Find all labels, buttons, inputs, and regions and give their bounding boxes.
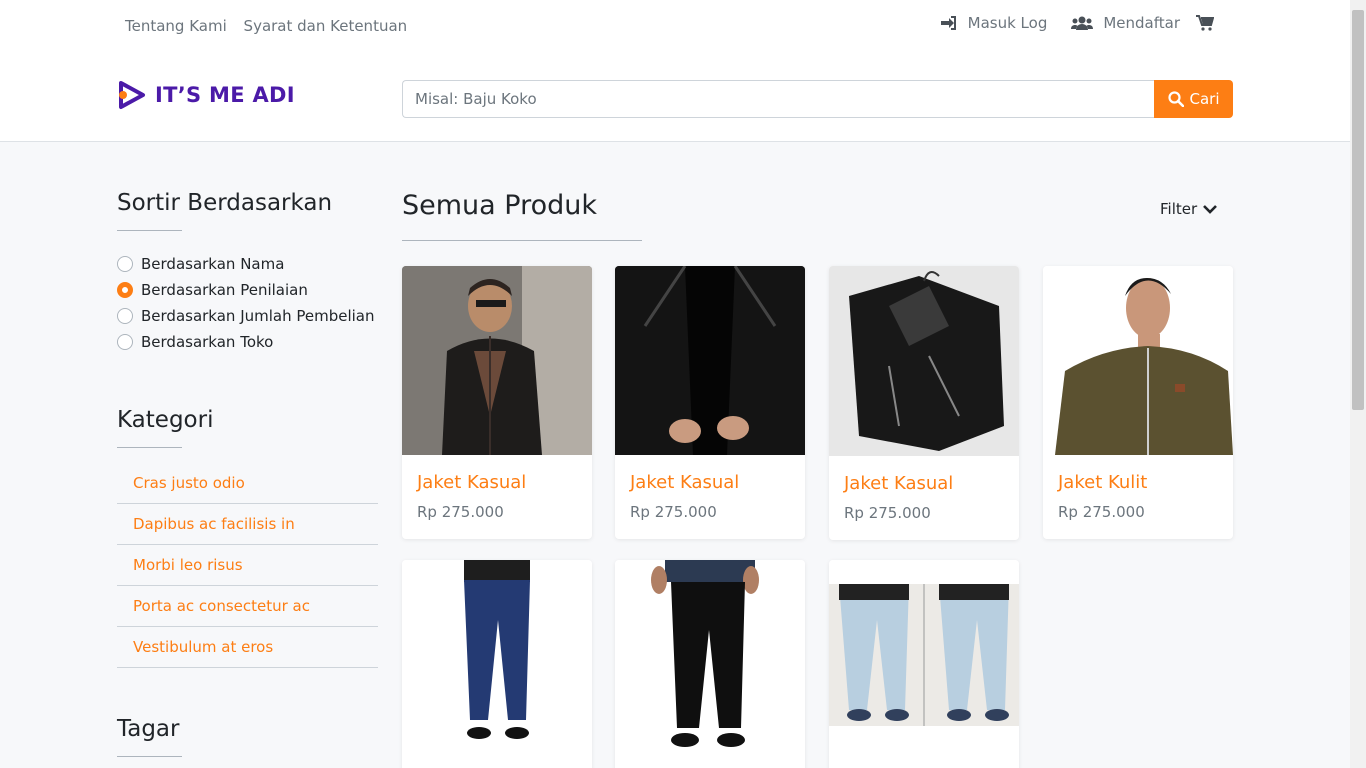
login-label: Masuk Log xyxy=(967,14,1048,32)
sort-option-label: Berdasarkan Jumlah Pembelian xyxy=(141,307,375,325)
search-button[interactable]: Cari xyxy=(1154,80,1233,118)
divider xyxy=(117,447,182,448)
about-link[interactable]: Tentang Kami xyxy=(125,17,227,35)
radio-button[interactable] xyxy=(117,256,133,272)
product-photo xyxy=(1043,266,1233,455)
radio-button-checked[interactable] xyxy=(117,282,133,298)
category-item[interactable]: Vestibulum at eros xyxy=(117,627,378,668)
product-card[interactable]: Jaket Kasual Rp 275.000 xyxy=(829,266,1019,540)
divider xyxy=(117,230,182,231)
product-image[interactable] xyxy=(615,560,805,768)
product-price: Rp 275.000 xyxy=(417,503,504,521)
filter-label: Filter xyxy=(1160,200,1198,218)
product-name[interactable]: Jaket Kasual xyxy=(615,455,805,493)
search-input[interactable] xyxy=(402,80,1154,118)
brand-logo[interactable]: IT’S ME ADI xyxy=(117,80,295,110)
sort-option-purchases[interactable]: Berdasarkan Jumlah Pembelian xyxy=(117,303,378,329)
product-name[interactable]: Jaket Kulit xyxy=(1043,455,1233,493)
filter-dropdown[interactable]: Filter xyxy=(1160,200,1218,218)
product-price: Rp 275.000 xyxy=(1058,503,1145,521)
category-item[interactable]: Morbi leo risus xyxy=(117,545,378,586)
radio-button[interactable] xyxy=(117,334,133,350)
radio-button[interactable] xyxy=(117,308,133,324)
sign-in-icon xyxy=(940,16,956,30)
product-card[interactable]: Jaket Kulit Rp 275.000 xyxy=(1043,266,1233,539)
sort-option-label: Berdasarkan Penilaian xyxy=(141,281,308,299)
product-card[interactable] xyxy=(829,560,1019,768)
sidebar: Sortir Berdasarkan Berdasarkan Nama Berd… xyxy=(117,190,378,768)
product-image[interactable] xyxy=(829,266,1019,456)
cart-link[interactable] xyxy=(1196,15,1224,31)
sort-option-store[interactable]: Berdasarkan Toko xyxy=(117,329,378,355)
tags-title: Tagar xyxy=(117,716,180,742)
product-photo xyxy=(615,266,805,455)
category-item[interactable]: Cras justo odio xyxy=(117,463,378,504)
register-link[interactable]: Mendaftar xyxy=(1071,14,1180,32)
sort-title: Sortir Berdasarkan xyxy=(117,190,333,216)
chevron-down-icon xyxy=(1203,205,1218,214)
divider xyxy=(402,240,642,241)
product-image[interactable] xyxy=(829,560,1019,768)
divider xyxy=(117,756,182,757)
product-photo xyxy=(402,266,592,455)
product-photo xyxy=(615,560,805,768)
sort-option-label: Berdasarkan Nama xyxy=(141,255,285,273)
cart-icon xyxy=(1196,15,1214,31)
product-photo xyxy=(829,266,1019,456)
product-card[interactable] xyxy=(402,560,592,768)
sort-options: Berdasarkan Nama Berdasarkan Penilaian B… xyxy=(117,251,378,355)
product-photo xyxy=(829,560,1019,768)
sort-option-label: Berdasarkan Toko xyxy=(141,333,274,351)
product-photo xyxy=(402,560,592,768)
users-icon xyxy=(1071,16,1094,30)
product-card[interactable] xyxy=(615,560,805,768)
product-price: Rp 275.000 xyxy=(630,503,717,521)
category-title: Kategori xyxy=(117,407,214,433)
top-links: Tentang Kami Syarat dan Ketentuan xyxy=(125,17,419,35)
scrollbar[interactable] xyxy=(1350,0,1366,768)
product-card[interactable]: Jaket Kasual Rp 275.000 xyxy=(615,266,805,539)
category-item[interactable]: Dapibus ac facilisis in xyxy=(117,504,378,545)
account-links: Masuk Log Mendaftar xyxy=(916,14,1224,32)
category-list: Cras justo odio Dapibus ac facilisis in … xyxy=(117,463,378,668)
product-image[interactable] xyxy=(402,266,592,455)
search-bar: Cari xyxy=(402,80,1233,118)
header: Tentang Kami Syarat dan Ketentuan Masuk … xyxy=(0,0,1350,142)
product-name[interactable]: Jaket Kasual xyxy=(402,455,592,493)
brand-name: IT’S ME ADI xyxy=(155,83,295,107)
logo-mark-icon xyxy=(119,81,145,109)
register-label: Mendaftar xyxy=(1103,14,1180,32)
product-image[interactable] xyxy=(615,266,805,455)
product-card[interactable]: Jaket Kasual Rp 275.000 xyxy=(402,266,592,539)
sort-option-rating[interactable]: Berdasarkan Penilaian xyxy=(117,277,378,303)
product-image[interactable] xyxy=(1043,266,1233,455)
search-button-label: Cari xyxy=(1189,90,1220,108)
search-icon xyxy=(1167,91,1184,107)
product-image[interactable] xyxy=(402,560,592,768)
login-link[interactable]: Masuk Log xyxy=(940,14,1048,32)
category-item[interactable]: Porta ac consectetur ac xyxy=(117,586,378,627)
product-name[interactable]: Jaket Kasual xyxy=(829,456,1019,494)
scrollbar-thumb[interactable] xyxy=(1352,10,1364,410)
page-title: Semua Produk xyxy=(402,190,598,221)
product-price: Rp 275.000 xyxy=(844,504,931,522)
sort-option-name[interactable]: Berdasarkan Nama xyxy=(117,251,378,277)
terms-link[interactable]: Syarat dan Ketentuan xyxy=(244,17,408,35)
